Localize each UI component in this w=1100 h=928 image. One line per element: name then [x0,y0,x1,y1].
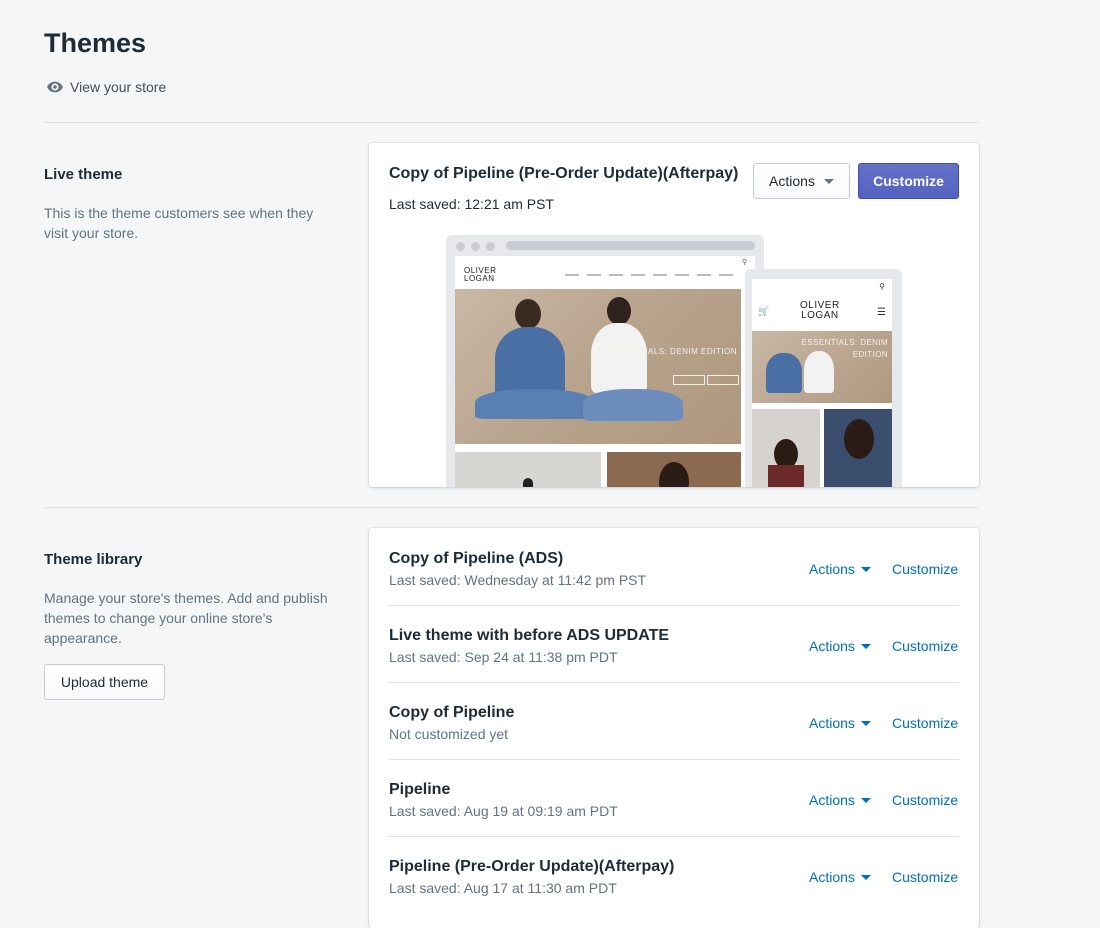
theme-name: Copy of Pipeline (ADS) [389,550,564,567]
theme-customize-link[interactable]: Customize [892,715,958,731]
desktop-preview: OLIVER LOGAN ⚲ ESSENTIALS: DENIM EDITION [446,235,764,487]
theme-last-saved: Last saved: Sep 24 at 11:38 pm PDT [389,649,618,665]
hero-text-line: ESSENTIALS: DENIM [801,338,888,347]
theme-row: Copy of Pipeline Not customized yet Action… [389,682,959,760]
theme-row: Copy of Pipeline (ADS) Last saved: Wednes… [389,528,959,606]
browser-dot [486,242,495,251]
person-legs [583,389,683,421]
hero-button [707,375,739,385]
hero-text-line: EDITION [852,350,888,359]
browser-dot [456,242,465,251]
theme-library-heading: Theme library [44,551,143,568]
person-body [766,353,802,393]
mobile-screen: ⚲ 🛒 OLIVER LOGAN ☰ ESSENTIALS: DENIM EDI… [752,279,892,487]
theme-name: Pipeline [389,781,451,798]
theme-name: Live theme with before ADS UPDATE [389,627,670,644]
product-tile [752,409,820,487]
actions-label: Actions [809,561,855,577]
theme-last-saved: Last saved: Wednesday at 11:42 pm PST [389,572,647,588]
actions-label: Actions [809,715,855,731]
caret-down-icon [860,566,871,572]
theme-actions-link[interactable]: Actions [809,561,871,577]
theme-row: Pipeline Last saved: Aug 19 at 09:19 am P… [389,759,959,837]
upload-theme-button[interactable]: Upload theme [44,664,165,700]
theme-customize-link[interactable]: Customize [892,561,958,577]
theme-actions-link[interactable]: Actions [809,792,871,808]
mobile-hero-image: ESSENTIALS: DENIM EDITION [752,331,892,403]
theme-customize-link[interactable]: Customize [892,792,958,808]
live-customize-button[interactable]: Customize [858,163,959,199]
live-theme-last-saved: Last saved: 12:21 am PST [389,196,554,212]
person-body [495,327,565,397]
theme-last-saved: Last saved: Aug 19 at 09:19 am PDT [389,803,618,819]
actions-label: Actions [809,792,855,808]
hero-text: ESSENTIALS: DENIM EDITION [610,347,737,356]
hero-image: ESSENTIALS: DENIM EDITION [455,289,741,444]
logo-line: LOGAN [801,310,839,321]
live-theme-card: Copy of Pipeline (Pre-Order Update)(Afte… [369,143,979,487]
theme-customize-link[interactable]: Customize [892,869,958,885]
theme-row: Pipeline (Pre-Order Update)(Afterpay) Las… [389,836,959,913]
theme-customize-link[interactable]: Customize [892,638,958,654]
product-tile [824,409,892,487]
theme-actions-link[interactable]: Actions [809,715,871,731]
view-store-link[interactable]: View your store [46,78,166,96]
theme-preview: OLIVER LOGAN ⚲ ESSENTIALS: DENIM EDITION [369,233,979,487]
hero-button [673,375,705,385]
live-theme-name: Copy of Pipeline (Pre-Order Update)(Afte… [389,165,739,182]
theme-actions-link[interactable]: Actions [809,638,871,654]
live-actions-label: Actions [769,173,815,189]
page-title: Themes [44,28,147,58]
theme-last-saved: Not customized yet [389,726,509,742]
theme-library-card: Copy of Pipeline (ADS) Last saved: Wednes… [369,528,979,928]
caret-down-icon [860,720,871,726]
caret-down-icon [860,797,871,803]
eye-icon [47,81,63,93]
theme-actions-link[interactable]: Actions [809,869,871,885]
product-tile [607,452,741,487]
browser-url-bar [506,241,755,250]
search-icon: ⚲ [741,259,747,266]
section-divider [44,507,979,508]
theme-last-saved: Last saved: Aug 17 at 11:30 am PDT [389,880,617,896]
person-legs [475,389,595,419]
actions-label: Actions [809,638,855,654]
live-theme-heading: Live theme [44,166,123,183]
live-actions-button[interactable]: Actions [753,163,850,199]
mobile-hero-text: ESSENTIALS: DENIM EDITION [802,337,888,361]
theme-name: Pipeline (Pre-Order Update)(Afterpay) [389,858,675,875]
logo-line: LOGAN [464,274,495,283]
theme-name: Copy of Pipeline [389,704,515,721]
store-logo: OLIVER LOGAN [800,301,840,321]
cart-icon: 🛒 [758,306,770,316]
hamburger-menu-icon: ☰ [877,307,886,318]
caret-down-icon [860,643,871,649]
desktop-screen: OLIVER LOGAN ⚲ ESSENTIALS: DENIM EDITION [455,256,755,487]
browser-dot [471,242,480,251]
view-store-label: View your store [70,79,167,95]
theme-row: Live theme with before ADS UPDATE Last sa… [389,605,959,683]
header-divider [44,122,979,123]
search-icon: ⚲ [879,282,885,291]
theme-library-description: Manage your store's themes. Add and publ… [44,590,328,646]
live-theme-description: This is the theme customers see when the… [44,205,314,241]
store-logo: OLIVER LOGAN [464,267,496,283]
person-body [591,323,647,393]
person-head [607,297,631,325]
caret-down-icon [823,178,834,184]
desktop-nav [565,274,733,276]
mobile-preview: ⚲ 🛒 OLIVER LOGAN ☰ ESSENTIALS: DENIM EDI… [745,269,902,487]
actions-label: Actions [809,869,855,885]
product-tile [455,452,601,487]
caret-down-icon [860,874,871,880]
person-head [515,299,541,329]
